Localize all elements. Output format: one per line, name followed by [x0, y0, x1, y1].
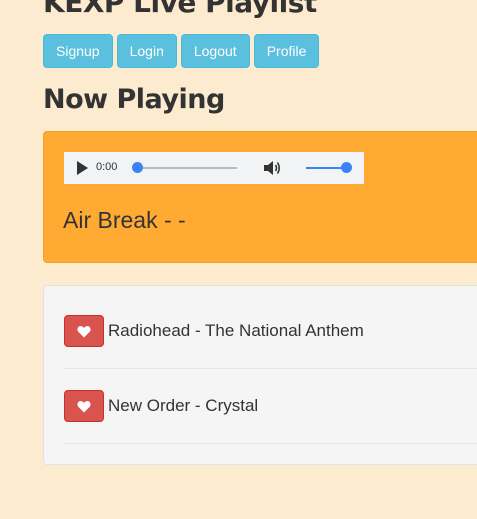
time-display: 0:00 [96, 161, 118, 173]
progress-thumb[interactable] [132, 162, 143, 173]
playlist-panel: Radiohead - The National Anthem New Orde… [43, 285, 477, 465]
auth-nav: Signup Login Logout Profile [43, 34, 320, 68]
audio-player[interactable]: 0:00 [64, 152, 364, 184]
favorite-button[interactable] [64, 390, 104, 422]
list-item: Radiohead - The National Anthem [64, 294, 477, 369]
volume-icon[interactable] [262, 159, 282, 177]
login-button[interactable]: Login [116, 34, 177, 68]
favorite-button[interactable] [64, 315, 104, 347]
play-icon[interactable] [77, 161, 88, 175]
track-label: New Order - Crystal [108, 396, 259, 415]
volume-thumb[interactable] [341, 162, 352, 173]
heart-icon [77, 400, 91, 412]
logout-button[interactable]: Logout [180, 34, 250, 68]
signup-button[interactable]: Signup [43, 34, 113, 68]
heart-icon [77, 325, 91, 337]
current-track-title: Air Break - - [63, 207, 186, 233]
volume-track[interactable] [306, 167, 346, 169]
list-item [64, 444, 477, 519]
app-title: KEXP Live Playlist [43, 0, 317, 19]
list-item: New Order - Crystal [64, 369, 477, 444]
now-playing-panel: 0:00 Air Break - - [43, 131, 477, 263]
now-playing-heading: Now Playing [43, 84, 225, 115]
profile-button[interactable]: Profile [253, 34, 320, 68]
progress-track[interactable] [136, 167, 237, 169]
track-label: Radiohead - The National Anthem [108, 321, 364, 340]
